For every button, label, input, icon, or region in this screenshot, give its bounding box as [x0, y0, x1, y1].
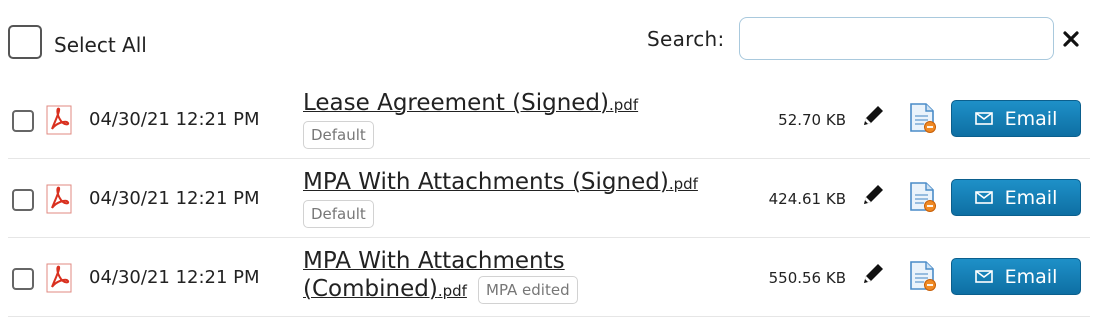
file-size: 52.70 KB	[778, 111, 846, 129]
email-button-label: Email	[1004, 265, 1058, 288]
file-link[interactable]: MPA With Attachments (Signed).pdf	[303, 169, 698, 195]
email-button-label: Email	[1004, 186, 1058, 209]
email-button[interactable]: Email	[951, 179, 1081, 216]
file-tag: Default	[303, 200, 374, 228]
close-icon[interactable]	[1061, 29, 1081, 49]
select-all-checkbox[interactable]	[8, 25, 42, 59]
pencil-icon[interactable]	[860, 103, 886, 129]
row-checkbox[interactable]	[12, 110, 34, 132]
row-checkbox[interactable]	[12, 189, 34, 211]
file-size: 424.61 KB	[768, 190, 846, 208]
file-name-cell: MPA With Attachments (Combined).pdf MPA …	[303, 248, 723, 305]
file-extension: .pdf	[668, 175, 698, 193]
email-button[interactable]: Email	[951, 258, 1081, 295]
search-input[interactable]	[739, 17, 1054, 60]
row-checkbox[interactable]	[12, 268, 34, 290]
file-name: MPA With Attachments (Signed)	[303, 169, 669, 195]
email-button-label: Email	[1004, 107, 1058, 130]
document-icon[interactable]	[908, 260, 938, 292]
file-row: 04/30/21 12:21 PM Lease Agreement (Signe…	[8, 79, 1090, 159]
row-date: 04/30/21 12:21 PM	[89, 188, 260, 209]
pencil-icon[interactable]	[860, 261, 886, 287]
toolbar: Select All Search:	[0, 0, 1102, 78]
file-tag: MPA edited	[478, 276, 578, 304]
file-extension: .pdf	[437, 282, 467, 300]
file-size: 550.56 KB	[768, 269, 846, 287]
email-button[interactable]: Email	[951, 100, 1081, 137]
pdf-icon	[46, 184, 72, 214]
pdf-icon	[46, 263, 72, 293]
row-date: 04/30/21 12:21 PM	[89, 267, 260, 288]
file-name: Lease Agreement (Signed)	[303, 90, 610, 116]
row-date: 04/30/21 12:21 PM	[89, 109, 260, 130]
file-name-cell: Lease Agreement (Signed).pdf Default	[303, 90, 723, 149]
file-row: 04/30/21 12:21 PM MPA With Attachments (…	[8, 237, 1090, 317]
envelope-icon	[974, 112, 993, 125]
search-label: Search:	[647, 27, 725, 51]
file-tag: Default	[303, 121, 374, 149]
file-link[interactable]: Lease Agreement (Signed).pdf	[303, 90, 639, 116]
envelope-icon	[974, 270, 993, 283]
select-all-label: Select All	[54, 33, 147, 57]
pencil-icon[interactable]	[860, 182, 886, 208]
envelope-icon	[974, 191, 993, 204]
file-name-cell: MPA With Attachments (Signed).pdf Defaul…	[303, 169, 723, 228]
file-extension: .pdf	[609, 96, 639, 114]
document-icon[interactable]	[908, 181, 938, 213]
document-icon[interactable]	[908, 102, 938, 134]
file-row: 04/30/21 12:21 PM MPA With Attachments (…	[8, 158, 1090, 238]
pdf-icon	[46, 105, 72, 135]
